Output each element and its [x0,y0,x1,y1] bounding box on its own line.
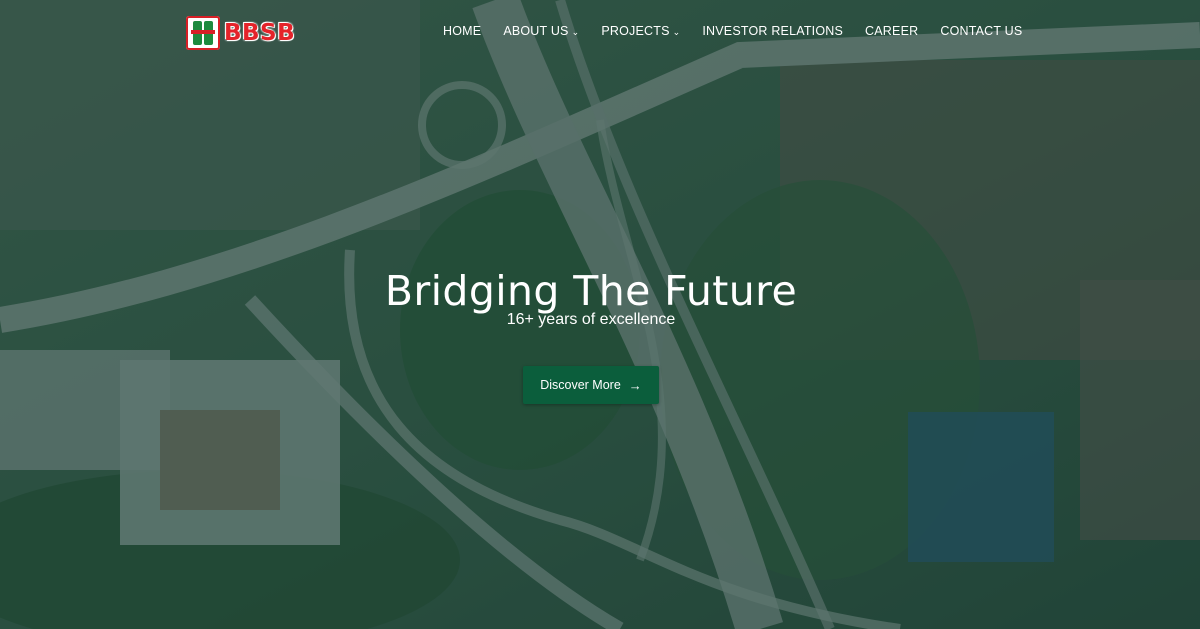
nav-item-label: CONTACT US [940,24,1023,38]
nav-item-label: PROJECTS [601,24,670,38]
main-nav: HOME ABOUT US ⌄ PROJECTS ⌄ INVESTOR RELA… [443,24,1022,38]
nav-item-about-us[interactable]: ABOUT US ⌄ [503,24,579,38]
site-header: BBSB HOME ABOUT US ⌄ PROJECTS ⌄ INVESTOR… [0,0,1200,66]
nav-item-label: CAREER [865,24,919,38]
brand-name: BBSB [224,20,296,46]
discover-more-button[interactable]: Discover More → [523,366,659,404]
nav-item-label: HOME [443,24,482,38]
bbsb-logo-icon [186,16,220,50]
nav-item-label: ABOUT US [503,24,569,38]
chevron-down-icon: ⌄ [571,26,580,37]
nav-item-label: INVESTOR RELATIONS [702,24,844,38]
brand-logo[interactable]: BBSB [186,16,295,50]
nav-item-career[interactable]: CAREER [865,24,918,38]
hero-subtitle: 16+ years of excellence [506,311,676,328]
cta-label: Discover More [540,378,621,392]
chevron-down-icon: ⌄ [672,26,681,37]
arrow-right-icon: → [628,377,642,393]
nav-item-contact-us[interactable]: CONTACT US [940,24,1022,38]
hero-title: Bridging The Future [384,267,798,316]
nav-item-home[interactable]: HOME [443,24,481,38]
nav-item-projects[interactable]: PROJECTS ⌄ [601,24,680,38]
nav-item-investor-relations[interactable]: INVESTOR RELATIONS [702,24,843,38]
